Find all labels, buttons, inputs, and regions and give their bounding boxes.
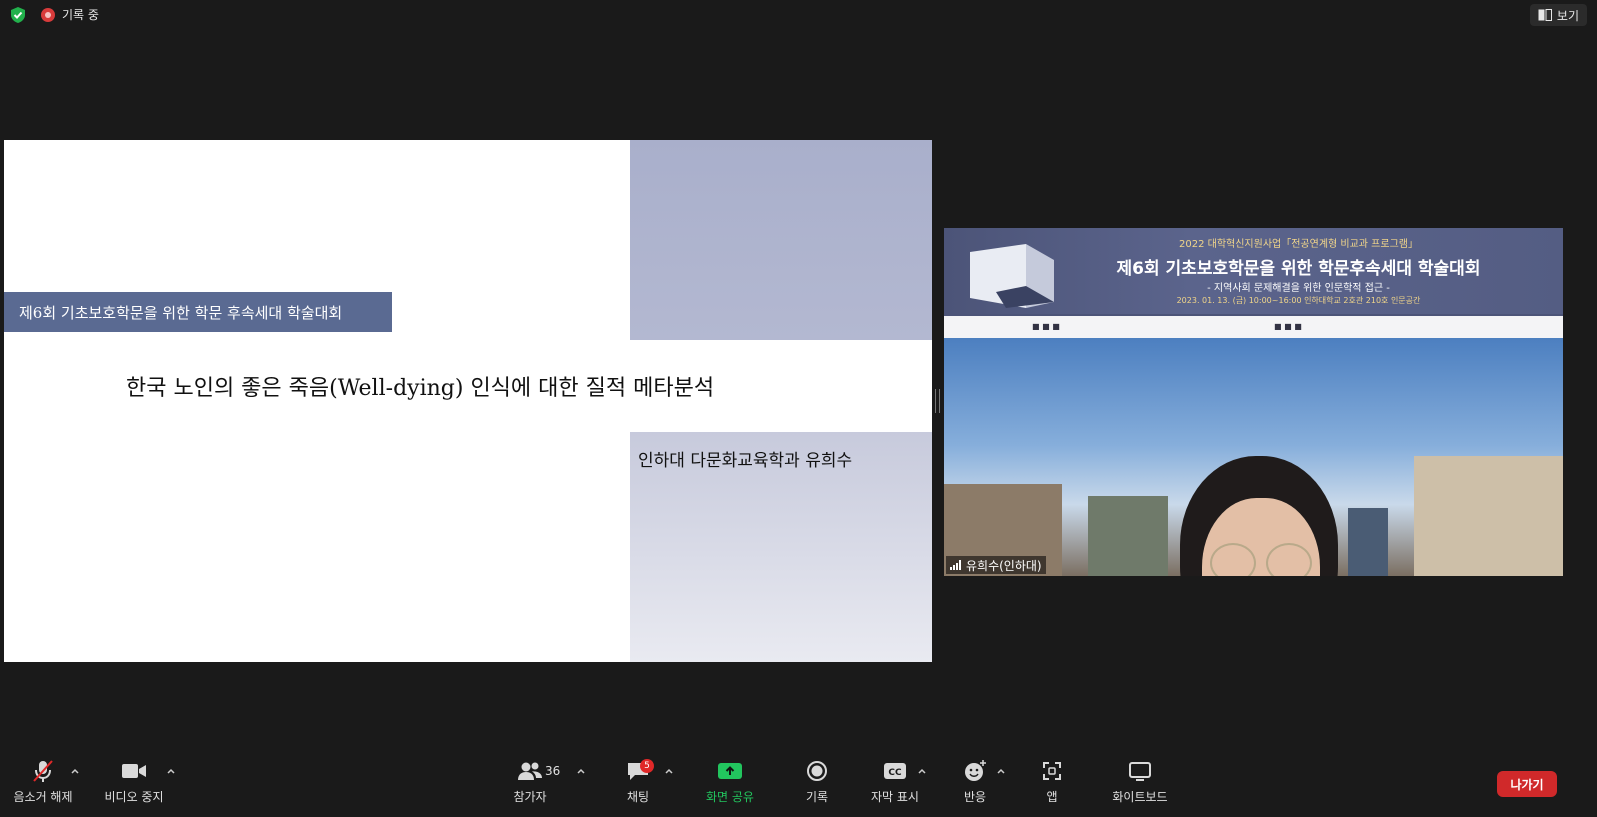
host-logos: ■ ■ ■ xyxy=(1032,322,1060,331)
participants-options-caret-icon[interactable] xyxy=(576,766,586,776)
banner-logo-strip: ■ ■ ■ ■ ■ ■ xyxy=(944,314,1563,340)
whiteboard-icon xyxy=(1129,762,1151,781)
whiteboard-label: 화이트보드 xyxy=(1112,790,1168,804)
leave-meeting-button[interactable]: 나가기 xyxy=(1497,771,1557,797)
chat-unread-badge: 5 xyxy=(640,759,654,773)
share-screen-label: 화면 공유 xyxy=(706,790,754,804)
shared-screen-slide: 제6회 기초보호학문을 위한 학문 후속세대 학술대회 한국 노인의 좋은 죽음… xyxy=(4,140,932,662)
view-label: 보기 xyxy=(1556,8,1579,23)
captions-label: 자막 표시 xyxy=(871,790,919,804)
slide-author: 인하대 다문화교육학과 유희수 xyxy=(638,451,853,471)
record-icon xyxy=(807,761,827,781)
audio-options-caret-icon[interactable] xyxy=(70,766,80,776)
chat-label: 채팅 xyxy=(626,790,650,804)
glasses-left xyxy=(1210,543,1256,576)
slide-conference-band: 제6회 기초보호학문을 위한 학문 후속세대 학술대회 xyxy=(4,292,392,332)
participants-count: 36 xyxy=(545,764,561,778)
background-building xyxy=(1414,456,1563,576)
reactions-smiley-icon xyxy=(965,760,986,781)
participants-icon xyxy=(518,762,542,780)
video-options-caret-icon[interactable] xyxy=(166,766,176,776)
closed-captions-icon: CC xyxy=(884,763,906,779)
background-building xyxy=(1088,496,1168,576)
signal-strength-icon xyxy=(950,560,961,570)
apps-label: 앱 xyxy=(1046,790,1058,804)
slide-decor-top xyxy=(630,140,932,340)
unmute-label: 음소거 해제 xyxy=(13,790,73,804)
banner-subtitle: 2022 대학혁신지원사업「전공연계형 비교과 프로그램」 xyxy=(1179,239,1418,250)
share-screen-button[interactable]: 화면 공유 xyxy=(698,757,762,805)
stop-video-label: 비디오 중지 xyxy=(104,790,164,804)
recording-label: 기록 중 xyxy=(62,8,99,22)
participants-label: 참가자 xyxy=(513,790,547,804)
meeting-toolbar: 음소거 해제 비디오 중지 참가자 36 채팅 5 화면 공유 기록 CC 자막… xyxy=(0,757,1597,817)
banner-date: 2023. 01. 13. (금) 10:00~16:00 인하대학교 2호관 … xyxy=(1176,296,1421,305)
captions-button[interactable]: CC 자막 표시 xyxy=(866,757,924,805)
apps-icon xyxy=(1043,762,1061,780)
svg-text:CC: CC xyxy=(888,768,902,778)
unmute-button[interactable]: 음소거 해제 xyxy=(8,757,78,805)
background-building xyxy=(1348,508,1388,576)
share-screen-icon xyxy=(718,763,742,779)
sponsor-logos: ■ ■ ■ xyxy=(1274,322,1302,331)
reactions-options-caret-icon[interactable] xyxy=(996,766,1006,776)
participants-button[interactable]: 참가자 xyxy=(510,757,550,805)
recording-icon xyxy=(41,7,55,22)
participant-name: 유희수(인하대) xyxy=(966,558,1042,573)
banner-tagline: - 지역사회 문제해결을 위한 인문학적 접근 - xyxy=(1207,283,1390,294)
reactions-button[interactable]: 반응 xyxy=(958,757,992,805)
video-scene xyxy=(944,338,1563,576)
record-label: 기록 xyxy=(805,790,829,804)
virtual-background-banner: 2022 대학혁신지원사업「전공연계형 비교과 프로그램」 제6회 기초보호학문… xyxy=(944,228,1563,314)
apps-button[interactable]: 앱 xyxy=(1038,757,1066,805)
microphone-muted-icon xyxy=(33,760,53,782)
record-button[interactable]: 기록 xyxy=(800,757,834,805)
participant-name-tag: 유희수(인하대) xyxy=(946,556,1046,574)
banner-title: 제6회 기초보호학문을 위한 학문후속세대 학술대회 xyxy=(1116,259,1481,279)
view-button[interactable]: 보기 xyxy=(1529,4,1587,26)
glasses-right xyxy=(1266,543,1312,576)
captions-options-caret-icon[interactable] xyxy=(917,766,927,776)
slide-title: 한국 노인의 좋은 죽음(Well-dying) 인식에 대한 질적 메타분석 xyxy=(126,376,715,401)
video-camera-icon xyxy=(122,764,146,778)
top-bar: 기록 중 보기 xyxy=(0,0,1597,30)
view-layout-icon xyxy=(1538,9,1552,21)
reactions-label: 반응 xyxy=(963,790,987,804)
recording-indicator[interactable]: 기록 중 xyxy=(41,6,99,23)
chat-options-caret-icon[interactable] xyxy=(664,766,674,776)
whiteboard-button[interactable]: 화이트보드 xyxy=(1104,757,1176,805)
split-resize-handle[interactable] xyxy=(935,389,940,413)
security-shield-icon[interactable] xyxy=(9,6,27,24)
stop-video-button[interactable]: 비디오 중지 xyxy=(100,757,168,805)
participant-video-tile[interactable]: 2022 대학혁신지원사업「전공연계형 비교과 프로그램」 제6회 기초보호학문… xyxy=(944,228,1563,576)
